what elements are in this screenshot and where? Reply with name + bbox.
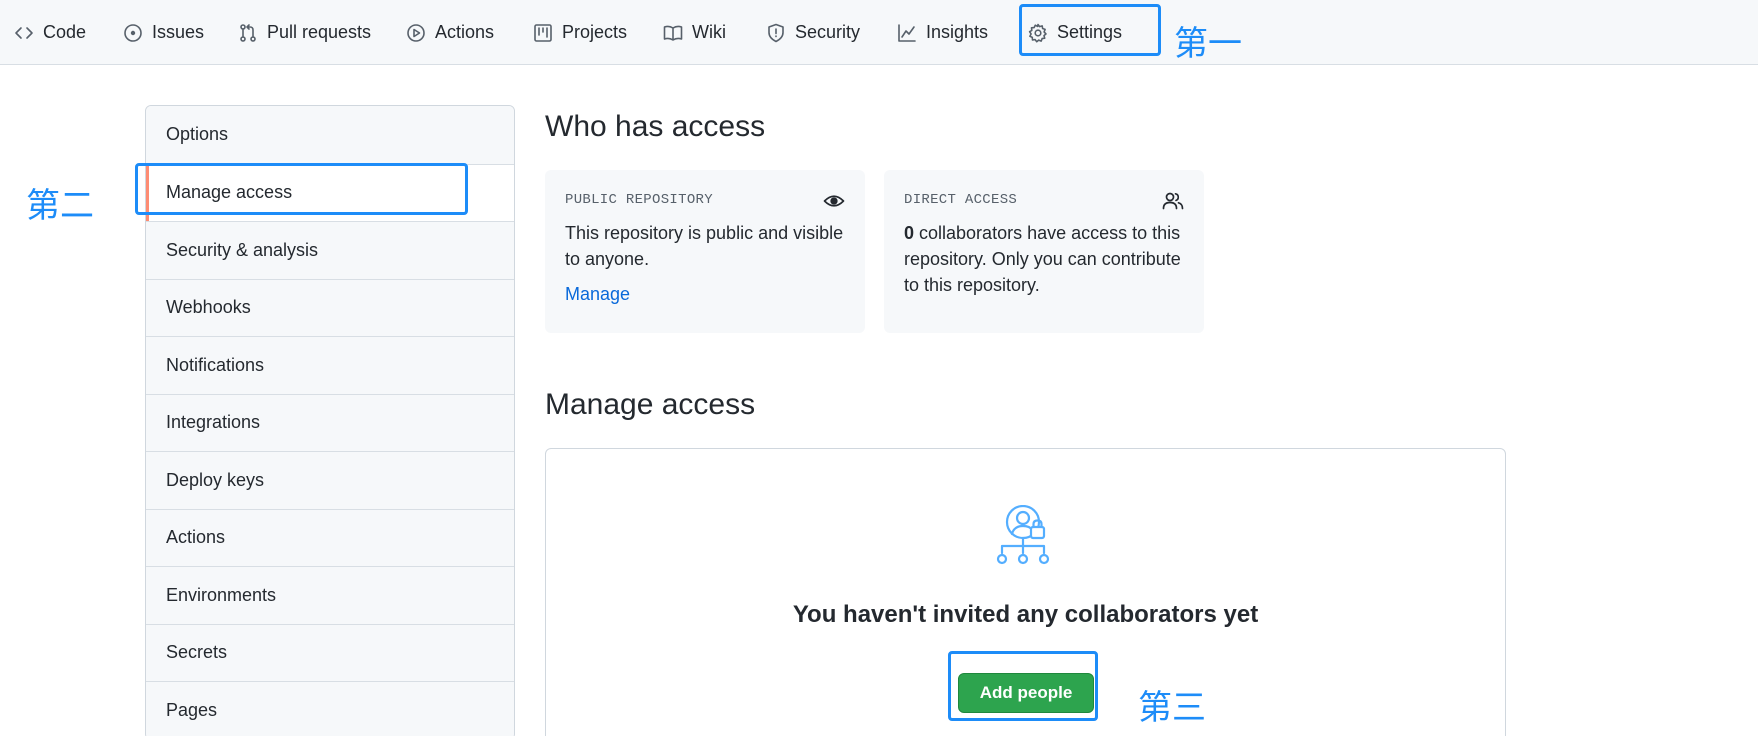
- tab-actions[interactable]: Actions: [406, 0, 494, 65]
- sidebar-item-label: Pages: [166, 699, 218, 720]
- sidebar-item-pages[interactable]: Pages: [146, 681, 514, 736]
- sidebar-item-label: Manage access: [166, 182, 293, 203]
- tab-security[interactable]: Security: [766, 0, 860, 65]
- direct-access-card: DIRECT ACCESS 0 collaborators have acces…: [884, 170, 1204, 333]
- sidebar-item-integrations[interactable]: Integrations: [146, 393, 514, 451]
- sidebar-item-deploy-keys[interactable]: Deploy keys: [146, 451, 514, 509]
- sidebar-item-label: Integrations: [166, 412, 261, 433]
- direct-access-label: DIRECT ACCESS: [904, 192, 1018, 208]
- settings-sidebar: Options Manage access Security & analysi…: [145, 105, 515, 736]
- sidebar-item-label: Environments: [166, 584, 277, 605]
- sidebar-item-label: Webhooks: [166, 297, 251, 318]
- tab-projects[interactable]: Projects: [533, 0, 627, 65]
- who-has-access-heading: Who has access: [545, 110, 766, 143]
- code-icon: [15, 26, 33, 39]
- shield-icon: [768, 23, 784, 42]
- sidebar-item-label: Security & analysis: [166, 239, 319, 260]
- tab-settings-label: Settings: [1057, 22, 1123, 42]
- sidebar-item-environments[interactable]: Environments: [146, 566, 514, 624]
- direct-access-description: collaborators have access to this reposi…: [904, 223, 1181, 295]
- tab-pull-requests-label: Pull requests: [267, 22, 372, 42]
- annotation-step1: 第一: [1174, 24, 1242, 64]
- project-icon: [534, 23, 552, 42]
- pull-request-icon: [240, 23, 256, 42]
- tab-code[interactable]: Code: [14, 0, 86, 65]
- sidebar-item-secrets[interactable]: Secrets: [146, 623, 514, 681]
- gear-icon: [1028, 23, 1047, 42]
- sidebar-item-security-analysis[interactable]: Security & analysis: [146, 221, 514, 279]
- tab-projects-label: Projects: [562, 22, 628, 42]
- tab-security-label: Security: [795, 22, 861, 42]
- no-collaborators-message: You haven't invited any collaborators ye…: [792, 601, 1259, 628]
- sidebar-item-label: Deploy keys: [166, 469, 265, 490]
- sidebar-item-webhooks[interactable]: Webhooks: [146, 278, 514, 336]
- tab-code-label: Code: [43, 22, 87, 42]
- sidebar-item-label: Notifications: [166, 354, 265, 375]
- public-repository-label: PUBLIC REPOSITORY: [565, 192, 713, 208]
- person-lock-icon: [994, 504, 1060, 569]
- sidebar-item-label: Options: [166, 124, 229, 145]
- public-repository-card: PUBLIC REPOSITORY This repository is pub…: [545, 170, 865, 333]
- sidebar-item-label: Secrets: [166, 642, 228, 663]
- people-icon: [1162, 190, 1184, 212]
- sidebar-item-notifications[interactable]: Notifications: [146, 336, 514, 394]
- play-icon: [407, 23, 425, 42]
- tab-issues[interactable]: Issues: [123, 0, 204, 65]
- sidebar-item-actions[interactable]: Actions: [146, 508, 514, 566]
- graph-icon: [898, 23, 916, 42]
- tab-insights[interactable]: Insights: [897, 0, 988, 65]
- tab-insights-label: Insights: [926, 22, 989, 42]
- tab-issues-label: Issues: [152, 22, 205, 42]
- repo-nav: Code Issues Pull requests Actions Projec…: [0, 0, 1758, 65]
- manage-access-heading: Manage access: [545, 388, 756, 421]
- tab-wiki-label: Wiki: [692, 22, 726, 42]
- collaborator-count: 0: [904, 223, 915, 243]
- eye-icon: [823, 190, 845, 212]
- public-repository-text: This repository is public and visible to…: [565, 223, 844, 269]
- sidebar-item-options[interactable]: Options: [146, 106, 514, 164]
- book-icon: [663, 25, 683, 41]
- tab-actions-label: Actions: [435, 22, 495, 42]
- tab-wiki[interactable]: Wiki: [663, 0, 726, 65]
- annotation-step3: 第三: [1138, 688, 1206, 728]
- issue-icon: [124, 23, 142, 42]
- sidebar-item-label: Actions: [166, 527, 226, 548]
- annotation-step2: 第二: [26, 186, 94, 226]
- collaborators-box: You haven't invited any collaborators ye…: [545, 448, 1506, 736]
- direct-access-text: 0 collaborators have access to this repo…: [904, 220, 1184, 298]
- tab-pull-requests[interactable]: Pull requests: [238, 0, 371, 65]
- sidebar-item-manage-access[interactable]: Manage access: [146, 163, 514, 221]
- add-people-button[interactable]: Add people: [958, 673, 1094, 713]
- manage-visibility-link[interactable]: Manage: [565, 284, 630, 305]
- tab-settings[interactable]: Settings: [1028, 0, 1122, 65]
